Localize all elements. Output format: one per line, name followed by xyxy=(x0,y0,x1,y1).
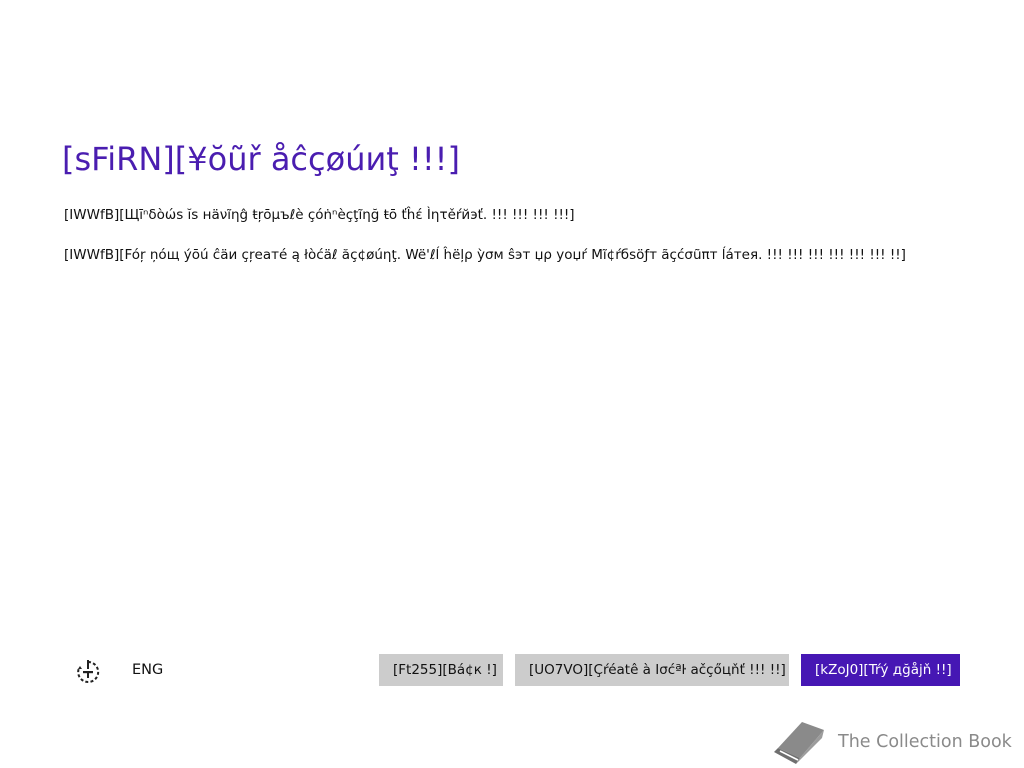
account-setup-page: [sFiRN][¥ŏũř åĉçøúиţ !!!] [IWWfB][Щīⁿδòώ… xyxy=(0,0,1024,768)
back-button[interactable]: [Ft255][Bá¢к !] xyxy=(379,654,503,686)
watermark: The Collection Book xyxy=(772,718,1012,766)
watermark-text: The Collection Book xyxy=(838,732,1012,752)
error-message: [IWWfB][Щīⁿδòώs ĭs нäνĩηĝ ŧŗōμъℓè çóṅⁿèç… xyxy=(64,207,575,223)
ease-of-access-icon[interactable] xyxy=(74,658,102,686)
try-again-button[interactable]: [kZoJ0][Tŕý дğåjň !!] xyxy=(801,654,960,686)
language-selector[interactable]: ENG xyxy=(132,662,163,678)
page-title: [sFiRN][¥ŏũř åĉçøúиţ !!!] xyxy=(62,140,460,178)
local-account-message: [IWWfB][Fóŗ ņóщ ýōú ĉäи çŗеaтé ą łòćäℓ ă… xyxy=(64,247,906,263)
book-icon xyxy=(772,718,828,766)
create-local-account-button[interactable]: [UO7VO][Çŕéatê à Ισćªŀ ačçőцňť !!! !!] xyxy=(515,654,789,686)
